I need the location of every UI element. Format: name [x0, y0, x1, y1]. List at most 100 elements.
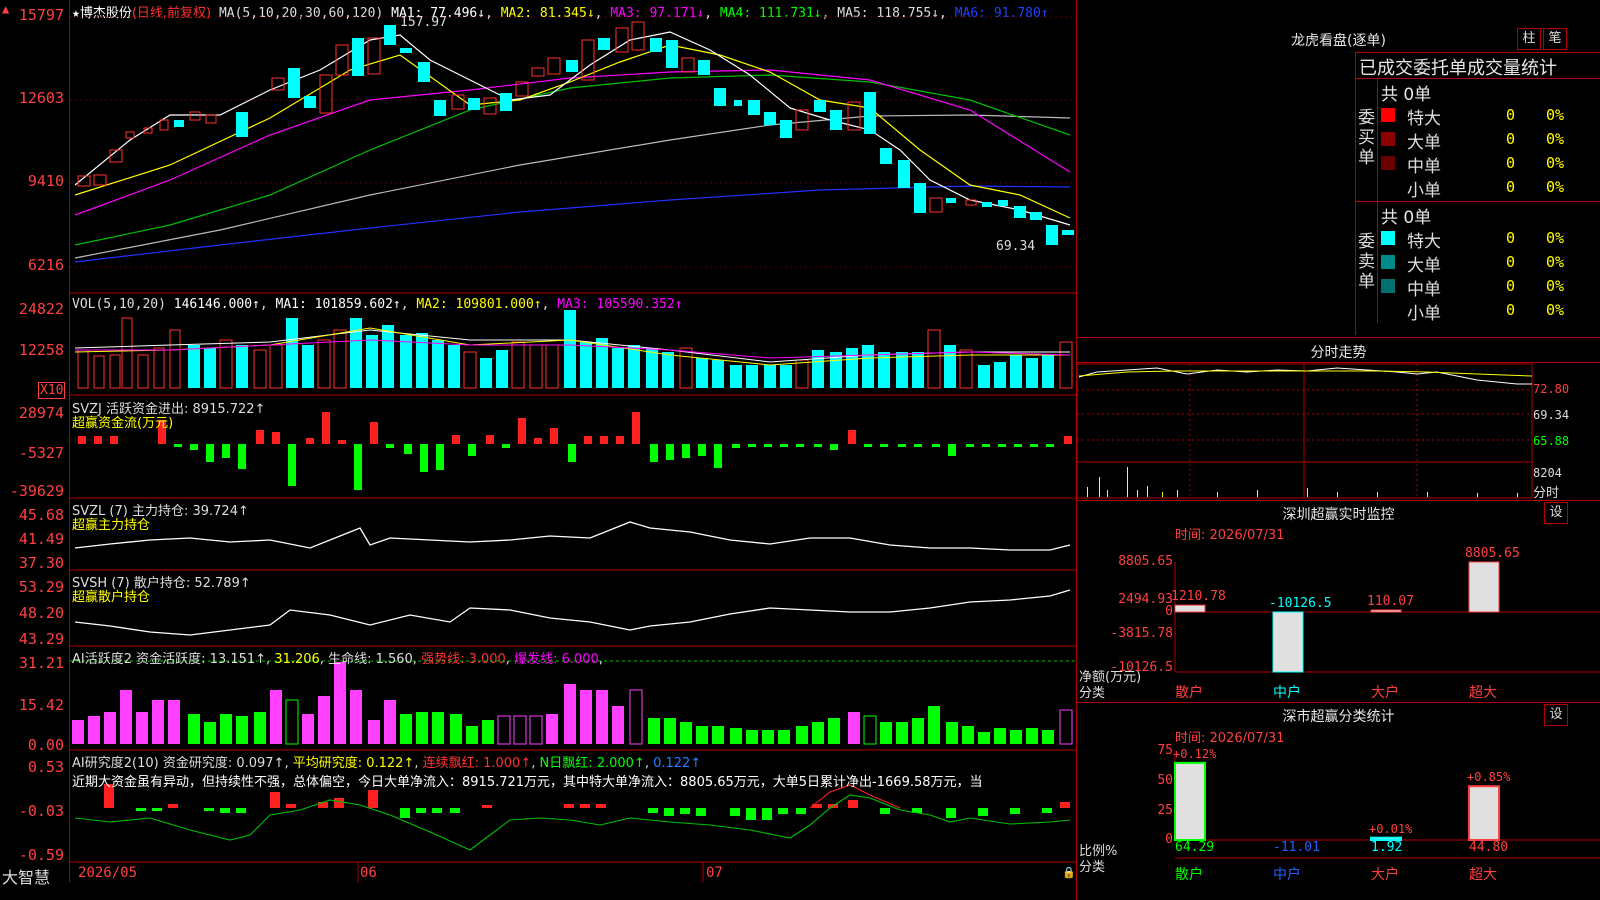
candles [77, 21, 1074, 245]
buy-color-swatch [1381, 132, 1395, 146]
monitor-title: 深圳超赢实时监控 [1282, 507, 1395, 523]
sell-color-swatch [1381, 303, 1395, 317]
y-tick-ai2-3: -0.59 [18, 846, 64, 864]
buy-percent: 0% [1546, 106, 1565, 124]
sell-percent: 0% [1546, 229, 1565, 247]
x-label-july: 07 [706, 865, 723, 881]
monitor-xlabel: 分类 [1079, 686, 1106, 701]
y-tick-vol-2: 12258 [18, 341, 64, 359]
monitor-ytick-4: -3815.78 [1110, 626, 1173, 641]
sell-row: 中单 0 0% [1381, 275, 1600, 300]
ai2-avg: 平均研究度: 0.122↑ [292, 756, 415, 771]
buy-percent: 0% [1546, 130, 1565, 148]
sell-count: 0 [1506, 277, 1516, 295]
svzl-subtitle: 超赢主力持仓 [72, 518, 151, 533]
buy-color-swatch [1381, 180, 1395, 194]
ai2-v: 0.122↑ [653, 756, 702, 771]
stat-change-label: +0.12% [1173, 746, 1217, 761]
ai1-title: AI活跃度2 资金活跃度: 13.151↑ [72, 652, 267, 667]
svzj-subtitle: 超赢资金流(万元) [72, 416, 174, 431]
low-price-mark: 69.34 [996, 239, 1035, 254]
sell-count: 0 [1506, 253, 1516, 271]
y-tick-svzl-2: 41.49 [18, 530, 64, 548]
buy-type-label: 特大 [1407, 109, 1441, 129]
sell-count: 0 [1506, 301, 1516, 319]
vol-value: 146146.000↑ [173, 297, 260, 312]
buy-row: 小单 0 0% [1381, 176, 1600, 201]
svzl-line [74, 521, 1071, 551]
sell-type-label: 特大 [1407, 232, 1441, 252]
stat-value-label: -11.01 [1273, 840, 1320, 855]
stat-settings-button[interactable]: 设 [1544, 704, 1568, 726]
chart-canvas[interactable]: 157.97 69.34 [70, 0, 1076, 882]
intraday-tick-1: 72.80 [1533, 382, 1570, 396]
monitor-value-label: 110.07 [1367, 594, 1414, 609]
monitor-bar [1370, 609, 1402, 613]
intraday-chart[interactable] [1077, 362, 1600, 500]
monitor-settings-button[interactable]: 设 [1544, 502, 1568, 524]
sell-color-swatch [1381, 255, 1395, 269]
buy-percent: 0% [1546, 178, 1565, 196]
buy-color-swatch [1381, 108, 1395, 122]
volume-bars [77, 310, 1073, 389]
y-tick-svzl-1: 45.68 [18, 506, 64, 524]
monitor-bar [1174, 604, 1206, 613]
buy-row: 中单 0 0% [1381, 152, 1600, 177]
sell-side-label: 委卖单 [1358, 232, 1375, 292]
buy-type-label: 小单 [1407, 181, 1441, 201]
y-tick-svsh-1: 53.29 [18, 578, 64, 596]
y-tick-svzl-3: 37.30 [18, 554, 64, 572]
ai2-cont: 连续飘红: 1.000↑ [422, 756, 532, 771]
vol-unit-badge: X10 [38, 382, 66, 399]
y-tick-ai1-1: 31.21 [18, 654, 64, 672]
sell-row: 小单 0 0% [1381, 299, 1600, 324]
monitor-value-label: 8805.65 [1465, 546, 1520, 561]
stat-value-label: 44.80 [1469, 840, 1509, 855]
stat-category-label: 散户 [1175, 867, 1203, 883]
x-label-may: 2026/05 [78, 865, 138, 881]
y-tick-ai1-2: 15.42 [18, 696, 64, 714]
monitor-category-label: 散户 [1175, 685, 1203, 701]
vol-title: VOL(5,10,20) [72, 297, 166, 312]
stat-bar [1468, 785, 1500, 841]
sell-percent: 0% [1546, 253, 1565, 271]
stat-bar [1174, 761, 1206, 842]
ai1-v2: 31.206 [274, 652, 320, 667]
buy-count: 0 [1506, 154, 1516, 172]
x-label-june: 06 [360, 865, 377, 881]
stat-title: 深市超赢分类统计 [1282, 709, 1395, 725]
stat-change-label: +0.85% [1467, 770, 1511, 785]
sell-row: 大单 0 0% [1381, 251, 1600, 276]
stat-xlabel: 分类 [1079, 860, 1106, 875]
buy-count: 0 [1506, 178, 1516, 196]
stat-ytick-1: 75 [1157, 743, 1173, 758]
stat-category-label: 超大 [1469, 867, 1497, 883]
y-tick-svzj-3: -39629 [9, 482, 64, 500]
sell-row: 特大 0 0% [1381, 227, 1600, 252]
stat-category-label: 大户 [1371, 867, 1399, 883]
monitor-category-label: 超大 [1469, 685, 1497, 701]
buy-type-label: 中单 [1407, 157, 1441, 177]
buy-side-label: 委买单 [1358, 108, 1375, 168]
y-tick-ai1-3: 0.00 [27, 736, 64, 754]
monitor-bar [1468, 561, 1500, 613]
buy-count: 0 [1506, 130, 1516, 148]
intraday-tick-2: 69.34 [1533, 408, 1570, 422]
ai1-burst: 爆发线: 6.000 [514, 652, 599, 667]
tick-view-button[interactable]: 笔 [1543, 28, 1567, 50]
stat-change-label: +0.01% [1369, 821, 1413, 836]
ai-activity-bars [72, 662, 1073, 745]
y-tick-price-1: 15797 [18, 6, 64, 24]
vol-header: VOL(5,10,20) 146146.000↑, MA1: 101859.60… [72, 297, 683, 312]
lock-icon[interactable]: 🔒 [1062, 866, 1076, 879]
monitor-category-label: 大户 [1371, 685, 1399, 701]
sell-percent: 0% [1546, 277, 1565, 295]
monitor-category-label: 中户 [1273, 685, 1301, 701]
sell-total: 共 0单 [1381, 208, 1432, 228]
y-tick-price-4: 6216 [27, 256, 64, 274]
bar-view-button[interactable]: 柱 [1517, 28, 1541, 50]
vol-ma2: MA2: 109801.000↑ [416, 297, 542, 312]
sell-type-label: 大单 [1407, 256, 1441, 276]
intraday-title: 分时走势 [1310, 345, 1367, 361]
brand-logo: 大智慧 [2, 868, 51, 887]
